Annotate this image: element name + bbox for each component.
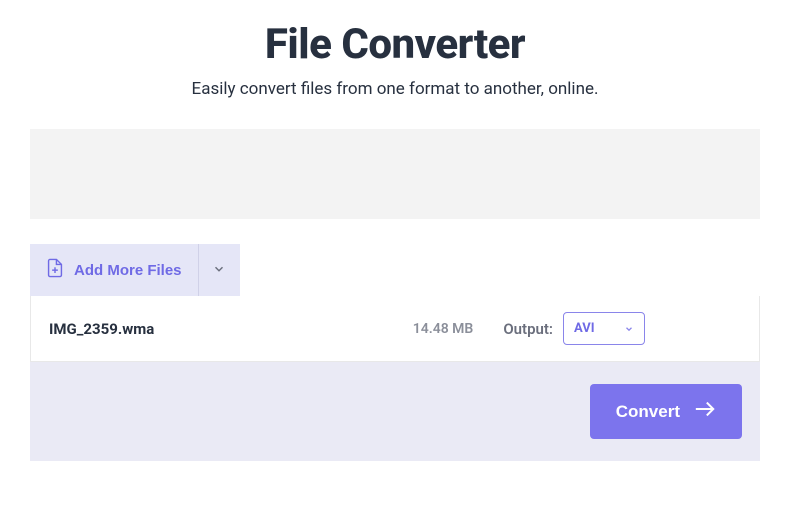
file-size: 14.48 MB bbox=[413, 321, 474, 337]
ad-banner bbox=[30, 129, 760, 219]
add-more-files-button[interactable]: Add More Files bbox=[30, 244, 198, 296]
convert-button[interactable]: Convert bbox=[590, 384, 742, 439]
output-label: Output: bbox=[503, 320, 553, 338]
settings-button[interactable] bbox=[685, 318, 707, 340]
arrow-right-icon bbox=[694, 400, 716, 423]
file-row: IMG_2359.wma 14.48 MB Output: AVI bbox=[30, 296, 760, 362]
page-subtitle: Easily convert files from one format to … bbox=[30, 79, 760, 99]
toolbar: Add More Files bbox=[30, 244, 240, 296]
remove-file-button[interactable] bbox=[719, 318, 741, 340]
file-plus-icon bbox=[46, 258, 64, 282]
file-name: IMG_2359.wma bbox=[49, 320, 413, 338]
chevron-down-icon bbox=[212, 262, 226, 279]
action-bar: Convert bbox=[30, 362, 760, 461]
add-files-dropdown-toggle[interactable] bbox=[198, 244, 240, 296]
page-title: File Converter bbox=[30, 20, 760, 69]
output-format-select[interactable]: AVI bbox=[563, 312, 645, 345]
output-format-value: AVI bbox=[574, 321, 595, 336]
convert-label: Convert bbox=[616, 402, 680, 422]
add-files-label: Add More Files bbox=[74, 262, 182, 279]
chevron-down-icon bbox=[624, 319, 634, 338]
